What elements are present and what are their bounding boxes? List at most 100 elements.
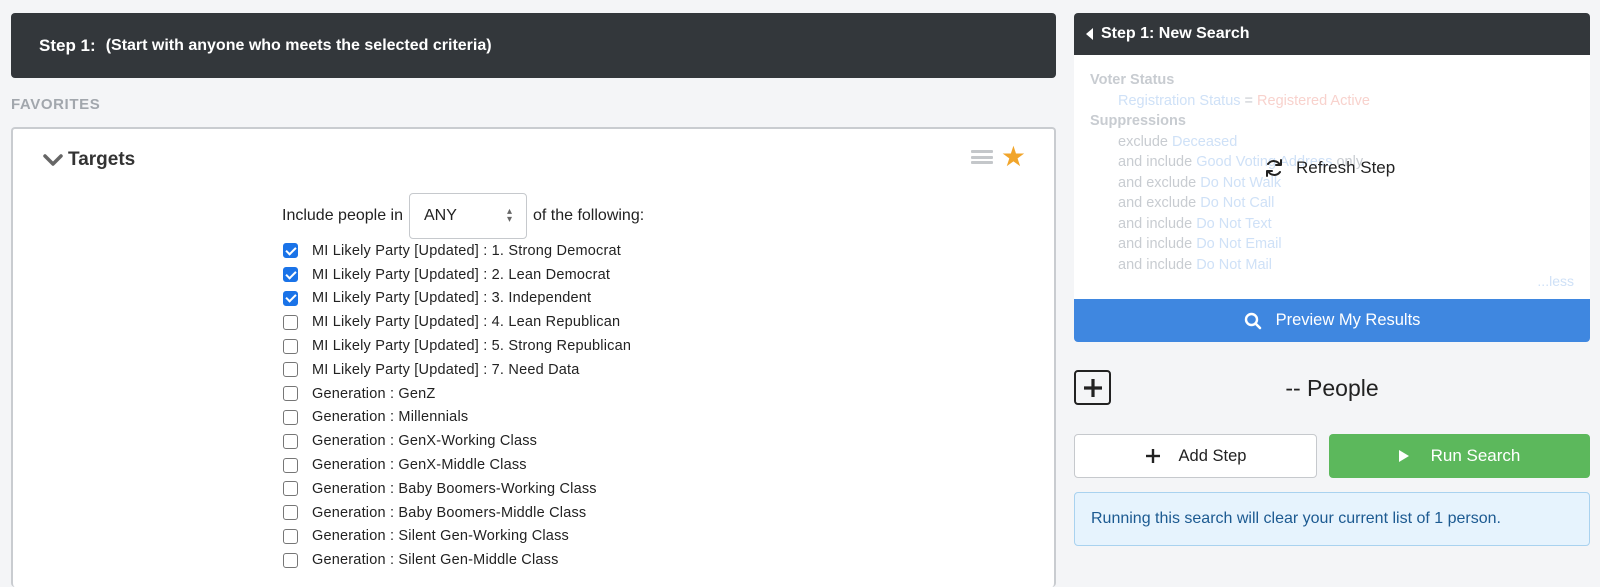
target-option-label: Generation : Baby Boomers-Middle Class bbox=[312, 504, 587, 521]
people-count: -- People bbox=[1285, 375, 1379, 401]
target-option-checkbox[interactable] bbox=[283, 505, 298, 521]
play-icon bbox=[1398, 450, 1409, 462]
target-option-checkbox[interactable] bbox=[283, 338, 298, 354]
target-option-label: Generation : GenZ bbox=[312, 385, 436, 402]
preview-results-button[interactable]: Preview My Results bbox=[1074, 299, 1590, 342]
drag-handle-icon[interactable] bbox=[970, 150, 993, 164]
targets-title: Targets bbox=[68, 149, 136, 170]
suppression-line: and include Do Not Text bbox=[1090, 216, 1590, 237]
step-label: Step 1: bbox=[39, 35, 96, 55]
suppression-action: exclude bbox=[1118, 133, 1173, 150]
target-option-checkbox[interactable] bbox=[283, 386, 298, 402]
target-option[interactable]: Generation : Baby Boomers-Middle Class bbox=[283, 501, 631, 525]
target-option-label: MI Likely Party [Updated] : 7. Need Data bbox=[312, 361, 580, 378]
suppression-value: Do Not Email bbox=[1196, 236, 1282, 252]
target-option-checkbox[interactable] bbox=[283, 409, 298, 425]
select-arrows-icon: ▴ ▾ bbox=[506, 206, 512, 225]
suppression-value: Do Not Mail bbox=[1196, 256, 1272, 273]
target-option-label: Generation : GenX-Middle Class bbox=[312, 457, 527, 474]
target-option-label: MI Likely Party [Updated] : 3. Independe… bbox=[312, 290, 592, 307]
suppression-line: and exclude Do Not Call bbox=[1090, 195, 1590, 216]
target-option[interactable]: Generation : GenX-Working Class bbox=[283, 429, 631, 453]
refresh-step-button[interactable]: Refresh Step bbox=[1264, 158, 1395, 178]
preview-results-label: Preview My Results bbox=[1275, 311, 1421, 329]
target-option-checkbox[interactable] bbox=[283, 267, 298, 283]
target-option-label: Generation : Silent Gen-Middle Class bbox=[312, 552, 559, 569]
suppression-action: and include bbox=[1118, 154, 1197, 170]
target-option-checkbox[interactable] bbox=[283, 457, 298, 473]
favorite-star-icon[interactable]: ★ bbox=[1001, 143, 1026, 171]
add-step-label: Add Step bbox=[1178, 446, 1247, 465]
target-option[interactable]: Generation : GenX-Middle Class bbox=[283, 453, 631, 477]
search-summary-panel: Step 1: New Search Voter Status Registra… bbox=[1074, 13, 1590, 546]
include-mode-value: ANY bbox=[423, 207, 457, 224]
summary-header[interactable]: Step 1: New Search bbox=[1074, 13, 1590, 55]
target-option-checkbox[interactable] bbox=[283, 362, 298, 378]
target-options-list: MI Likely Party [Updated] : 1. Strong De… bbox=[283, 239, 631, 572]
people-row: -- People bbox=[1074, 342, 1590, 434]
add-step-button[interactable]: Add Step bbox=[1074, 434, 1317, 478]
caret-left-icon bbox=[1086, 28, 1093, 40]
suppressions-heading: Suppressions bbox=[1090, 113, 1186, 129]
criteria-summary: Voter Status Registration Status = Regis… bbox=[1074, 55, 1590, 299]
target-option[interactable]: MI Likely Party [Updated] : 3. Independe… bbox=[283, 287, 631, 311]
target-option-checkbox[interactable] bbox=[283, 314, 298, 330]
target-option[interactable]: Generation : GenZ bbox=[283, 382, 631, 406]
suppression-value: Deceased bbox=[1172, 133, 1238, 150]
target-option[interactable]: MI Likely Party [Updated] : 1. Strong De… bbox=[283, 239, 631, 263]
target-option-label: Generation : Millennials bbox=[312, 409, 469, 426]
target-option[interactable]: MI Likely Party [Updated] : 5. Strong Re… bbox=[283, 334, 631, 358]
registration-status-key: Registration Status bbox=[1118, 92, 1241, 109]
step-description: (Start with anyone who meets the selecte… bbox=[105, 36, 492, 54]
target-option-checkbox[interactable] bbox=[283, 481, 298, 497]
target-option-label: Generation : GenX-Working Class bbox=[312, 433, 538, 450]
suppression-action: and exclude bbox=[1118, 195, 1201, 211]
suppression-action: and exclude bbox=[1118, 174, 1201, 191]
target-option-label: MI Likely Party [Updated] : 1. Strong De… bbox=[312, 242, 621, 259]
suppression-action: and include bbox=[1118, 256, 1197, 273]
target-option-label: MI Likely Party [Updated] : 5. Strong Re… bbox=[312, 338, 632, 355]
panel-tools: ★ bbox=[970, 143, 1026, 171]
refresh-step-label: Refresh Step bbox=[1296, 158, 1396, 177]
target-option-label: Generation : Baby Boomers-Working Class bbox=[312, 480, 597, 497]
target-option-checkbox[interactable] bbox=[283, 243, 298, 259]
less-link[interactable]: ...less bbox=[1537, 273, 1574, 289]
target-option-label: MI Likely Party [Updated] : 2. Lean Demo… bbox=[312, 266, 611, 283]
target-option[interactable]: Generation : Baby Boomers-Working Class bbox=[283, 477, 631, 501]
suppression-line: and include Do Not Mail bbox=[1090, 257, 1590, 278]
suppression-action: and include bbox=[1118, 215, 1197, 232]
target-option-checkbox[interactable] bbox=[283, 528, 298, 544]
targets-toggle[interactable]: Targets bbox=[43, 149, 135, 171]
registration-status-eq: = bbox=[1240, 92, 1258, 109]
run-search-label: Run Search bbox=[1430, 446, 1521, 465]
step-header: Step 1: (Start with anyone who meets the… bbox=[11, 13, 1056, 78]
target-option-checkbox[interactable] bbox=[283, 552, 298, 568]
chevron-down-icon bbox=[43, 154, 63, 166]
include-mode-select[interactable]: ANY ▴ ▾ bbox=[408, 193, 527, 239]
target-option[interactable]: MI Likely Party [Updated] : 2. Lean Demo… bbox=[283, 263, 631, 287]
favorites-label: FAVORITES bbox=[11, 96, 101, 113]
voter-status-heading: Voter Status bbox=[1090, 72, 1175, 88]
include-suffix: of the following: bbox=[532, 207, 645, 224]
plus-icon bbox=[1145, 449, 1160, 463]
include-row: Include people in ANY ▴ ▾ of the followin… bbox=[282, 193, 644, 239]
target-option[interactable]: Generation : Silent Gen-Middle Class bbox=[283, 548, 631, 572]
include-prefix: Include people in bbox=[282, 207, 403, 224]
registration-status-line: Registration Status = Registered Active bbox=[1090, 93, 1590, 114]
target-option-label: MI Likely Party [Updated] : 4. Lean Repu… bbox=[312, 314, 621, 331]
run-search-button[interactable]: Run Search bbox=[1329, 434, 1590, 478]
action-buttons: Add Step Run Search bbox=[1074, 434, 1590, 478]
search-icon bbox=[1244, 312, 1261, 329]
suppression-lines: exclude Deceased and include Good Voting … bbox=[1090, 134, 1590, 278]
refresh-icon bbox=[1266, 159, 1282, 177]
targets-panel: Targets ★ Include people in ANY ▴ ▾ of th… bbox=[11, 127, 1056, 587]
target-option[interactable]: MI Likely Party [Updated] : 7. Need Data bbox=[283, 358, 631, 382]
target-option-label: Generation : Silent Gen-Working Class bbox=[312, 528, 569, 545]
target-option[interactable]: Generation : Silent Gen-Working Class bbox=[283, 525, 631, 549]
target-option-checkbox[interactable] bbox=[283, 433, 298, 449]
registration-status-value: Registered Active bbox=[1257, 92, 1370, 109]
target-option-checkbox[interactable] bbox=[283, 290, 298, 306]
target-option[interactable]: Generation : Millennials bbox=[283, 406, 631, 430]
target-option[interactable]: MI Likely Party [Updated] : 4. Lean Repu… bbox=[283, 310, 631, 334]
suppression-value: Do Not Call bbox=[1200, 195, 1275, 211]
